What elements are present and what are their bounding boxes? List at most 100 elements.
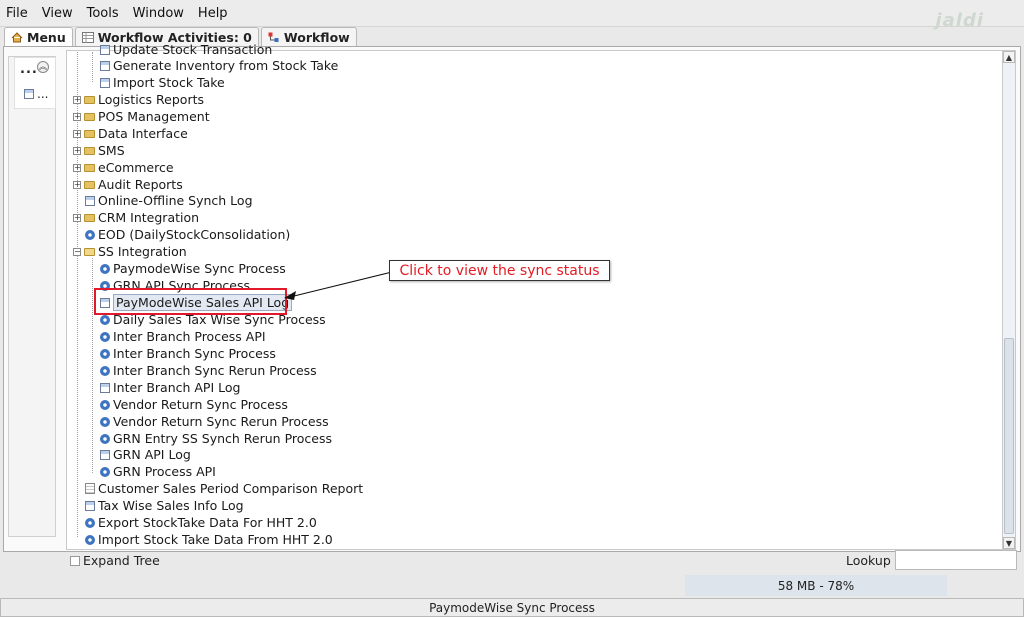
tab-menu[interactable]: Menu: [4, 27, 73, 47]
menu-view[interactable]: View: [42, 6, 73, 21]
tree-item[interactable]: Generate Inventory from Stock Take: [100, 57, 338, 74]
gear-icon: [100, 314, 110, 325]
tree-guide-ss: [92, 258, 93, 473]
gear-icon: [85, 534, 95, 545]
expand-icon[interactable]: +: [73, 213, 81, 222]
gear-icon: [100, 331, 110, 342]
tree-item-label: Import Stock Take: [113, 75, 225, 90]
tree-item[interactable]: GRN Process API: [100, 463, 216, 480]
double-chevron-up-icon[interactable]: ︽: [37, 61, 49, 73]
expand-icon[interactable]: +: [73, 180, 81, 189]
window-icon: [24, 89, 34, 99]
scroll-down-arrow-icon[interactable]: ▼: [1003, 537, 1015, 549]
memory-indicator[interactable]: 58 MB - 78%: [685, 575, 947, 596]
tree-folder[interactable]: + SMS: [73, 142, 125, 159]
tree-item-label: Tax Wise Sales Info Log: [98, 498, 244, 513]
tab-workflow[interactable]: Workflow: [260, 27, 357, 47]
scroll-up-arrow-icon[interactable]: ▲: [1003, 51, 1015, 63]
folder-icon: [84, 95, 95, 104]
gear-icon: [100, 263, 110, 274]
tree-item-label: SS Integration: [98, 244, 187, 259]
gear-icon: [100, 365, 110, 376]
tree-item-label: Vendor Return Sync Process: [113, 397, 288, 412]
tree-item-label: Customer Sales Period Comparison Report: [98, 481, 364, 496]
tree-item[interactable]: Import Stock Take Data From HHT 2.0: [85, 531, 333, 548]
document-icon: [100, 77, 110, 88]
tree-item[interactable]: Customer Sales Period Comparison Report: [85, 480, 363, 497]
tree-folder[interactable]: + Data Interface: [73, 125, 188, 142]
tree-item[interactable]: Vendor Return Sync Rerun Process: [100, 413, 329, 430]
tree-item-label: Vendor Return Sync Rerun Process: [113, 414, 329, 429]
tree-item-label: Import Stock Take Data From HHT 2.0: [98, 532, 333, 547]
folder-icon: [84, 146, 95, 155]
folder-icon: [84, 213, 95, 222]
tree-folder[interactable]: + eCommerce: [73, 159, 174, 176]
tree-folder[interactable]: − SS Integration: [73, 243, 187, 260]
tree-item-label: GRN Process API: [113, 464, 216, 479]
tree-item-label: Logistics Reports: [98, 92, 204, 107]
gear-icon: [100, 348, 110, 359]
menu-tools[interactable]: Tools: [87, 6, 119, 21]
expand-tree-checkbox[interactable]: [70, 556, 80, 566]
document-icon: [85, 195, 95, 206]
gear-icon: [100, 433, 110, 444]
brand-watermark: jaldi: [935, 10, 984, 31]
tree-item-label: SMS: [98, 143, 125, 158]
tree-scrollbar[interactable]: ▲ ▼: [1003, 50, 1016, 550]
lookup-label: Lookup: [846, 553, 891, 568]
tree-item[interactable]: GRN API Log: [100, 446, 191, 463]
scroll-thumb[interactable]: [1004, 338, 1014, 534]
tree-item[interactable]: Tax Wise Sales Info Log: [85, 497, 244, 514]
tree-item[interactable]: PaymodeWise Sync Process: [100, 260, 286, 277]
side-panel-item-label: ...: [37, 87, 49, 101]
menu-bar: File View Tools Window Help: [0, 0, 1024, 27]
expand-icon[interactable]: +: [73, 129, 81, 138]
gear-icon: [100, 399, 110, 410]
tree-item-label: POS Management: [98, 109, 210, 124]
document-icon: [100, 44, 110, 55]
tree-item[interactable]: Inter Branch Sync Rerun Process: [100, 362, 317, 379]
tree-item-label: Data Interface: [98, 126, 188, 141]
status-bar: PaymodeWise Sync Process: [0, 598, 1024, 617]
side-panel-title[interactable]: ...: [20, 62, 38, 77]
tree-item[interactable]: Import Stock Take: [100, 74, 225, 91]
tree-item-label: Inter Branch API Log: [113, 380, 241, 395]
gear-icon: [85, 517, 95, 528]
tree-item-label: Inter Branch Process API: [113, 329, 266, 344]
tree-guide-top: [92, 52, 93, 82]
tree-item[interactable]: Online-Offline Synch Log: [85, 192, 253, 209]
collapse-icon[interactable]: −: [73, 247, 81, 256]
tree-item[interactable]: Inter Branch Process API: [100, 328, 266, 345]
tree-folder[interactable]: + Logistics Reports: [73, 91, 204, 108]
tree-item[interactable]: EOD (DailyStockConsolidation): [85, 226, 290, 243]
expand-icon[interactable]: +: [73, 146, 81, 155]
home-icon: [11, 32, 23, 43]
tree-item[interactable]: GRN Entry SS Synch Rerun Process: [100, 430, 332, 447]
tree-item-label: EOD (DailyStockConsolidation): [98, 227, 291, 242]
menu-help[interactable]: Help: [198, 6, 228, 21]
expand-icon[interactable]: +: [73, 95, 81, 104]
expand-tree-label[interactable]: Expand Tree: [83, 553, 160, 568]
tree-item[interactable]: Inter Branch API Log: [100, 379, 240, 396]
document-icon: [100, 382, 110, 393]
menu-file[interactable]: File: [6, 6, 28, 21]
tree-item-label: Update Stock Transaction: [113, 42, 273, 57]
document-icon: [100, 60, 110, 71]
tree-item-label: PaymodeWise Sync Process: [113, 261, 286, 276]
lookup-input[interactable]: [895, 550, 1017, 570]
folder-open-icon: [84, 247, 95, 256]
tree-item[interactable]: Inter Branch Sync Process: [100, 345, 276, 362]
side-panel: [8, 56, 56, 537]
menu-window[interactable]: Window: [133, 6, 184, 21]
tree-item[interactable]: Vendor Return Sync Process: [100, 396, 288, 413]
expand-icon[interactable]: +: [73, 163, 81, 172]
expand-icon[interactable]: +: [73, 112, 81, 121]
tree-item-label: Export StockTake Data For HHT 2.0: [98, 515, 317, 530]
tree-folder[interactable]: + POS Management: [73, 108, 210, 125]
side-panel-item[interactable]: ...: [24, 87, 48, 101]
tree-item[interactable]: Export StockTake Data For HHT 2.0: [85, 514, 317, 531]
tree-item[interactable]: Update Stock Transaction: [100, 41, 272, 58]
tree-folder[interactable]: + CRM Integration: [73, 209, 199, 226]
tree-item-label: Inter Branch Sync Rerun Process: [113, 363, 317, 378]
tree-folder[interactable]: + Audit Reports: [73, 176, 183, 193]
